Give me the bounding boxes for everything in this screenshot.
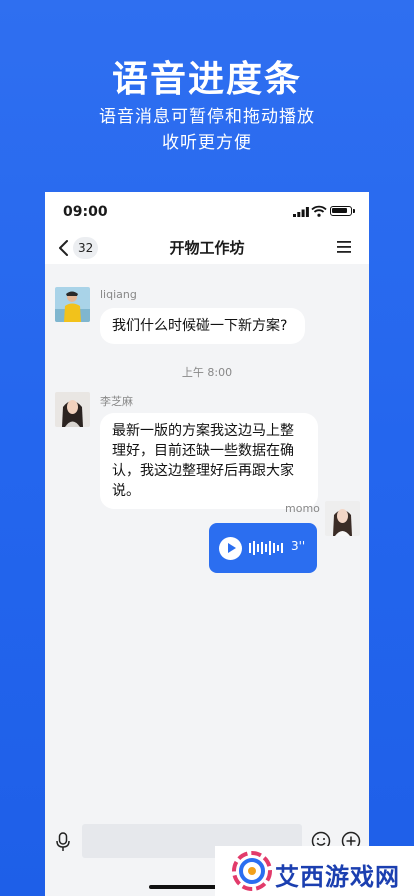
voice-message-bubble[interactable]: 3'': [209, 523, 317, 573]
signal-icon: [293, 207, 309, 217]
mic-icon[interactable]: [55, 832, 71, 852]
chat-title: 开物工作坊: [169, 239, 245, 257]
status-bar: 09:00: [45, 192, 369, 232]
promo-subtitle: 语音消息可暂停和拖动播放 收听更方便: [0, 104, 414, 156]
watermark-logo: [232, 851, 272, 891]
sender-name-liqiang: liqiang: [100, 288, 137, 301]
play-icon[interactable]: [219, 537, 242, 560]
watermark: 艾西游戏网: [215, 846, 414, 896]
menu-icon[interactable]: [337, 241, 351, 253]
chat-nav-bar: 32 开物工作坊: [45, 232, 369, 264]
voice-duration: 3'': [291, 539, 306, 553]
avatar-momo[interactable]: [325, 501, 360, 536]
status-time: 09:00: [63, 204, 108, 220]
voice-wave-icon[interactable]: [249, 540, 283, 556]
sender-name-lizhima: 李芝麻: [100, 395, 133, 408]
watermark-text: 艾西游戏网: [275, 862, 400, 891]
battery-icon: [330, 206, 352, 216]
message-bubble-lizhima[interactable]: 最新一版的方案我这边马上整理好，目前还缺一些数据在确认，我这边整理好后再跟大家说…: [100, 413, 318, 509]
battery-cap: [353, 209, 355, 213]
promo-subtitle-line1: 语音消息可暂停和拖动播放: [99, 107, 315, 127]
promo-title: 语音进度条: [111, 59, 302, 100]
avatar-lizhima[interactable]: [55, 392, 90, 427]
message-bubble-liqiang[interactable]: 我们什么时候碰一下新方案?: [100, 308, 305, 344]
phone-screen: 09:00 32 开物工作坊 liqiang 我们什么时候碰一下新方案? 上午 …: [45, 192, 369, 896]
time-divider: 上午 8:00: [181, 366, 233, 379]
avatar-liqiang[interactable]: [55, 287, 90, 322]
sender-name-momo: momo: [285, 502, 320, 515]
wifi-icon: [311, 205, 327, 217]
promo-subtitle-line2: 收听更方便: [162, 133, 252, 153]
